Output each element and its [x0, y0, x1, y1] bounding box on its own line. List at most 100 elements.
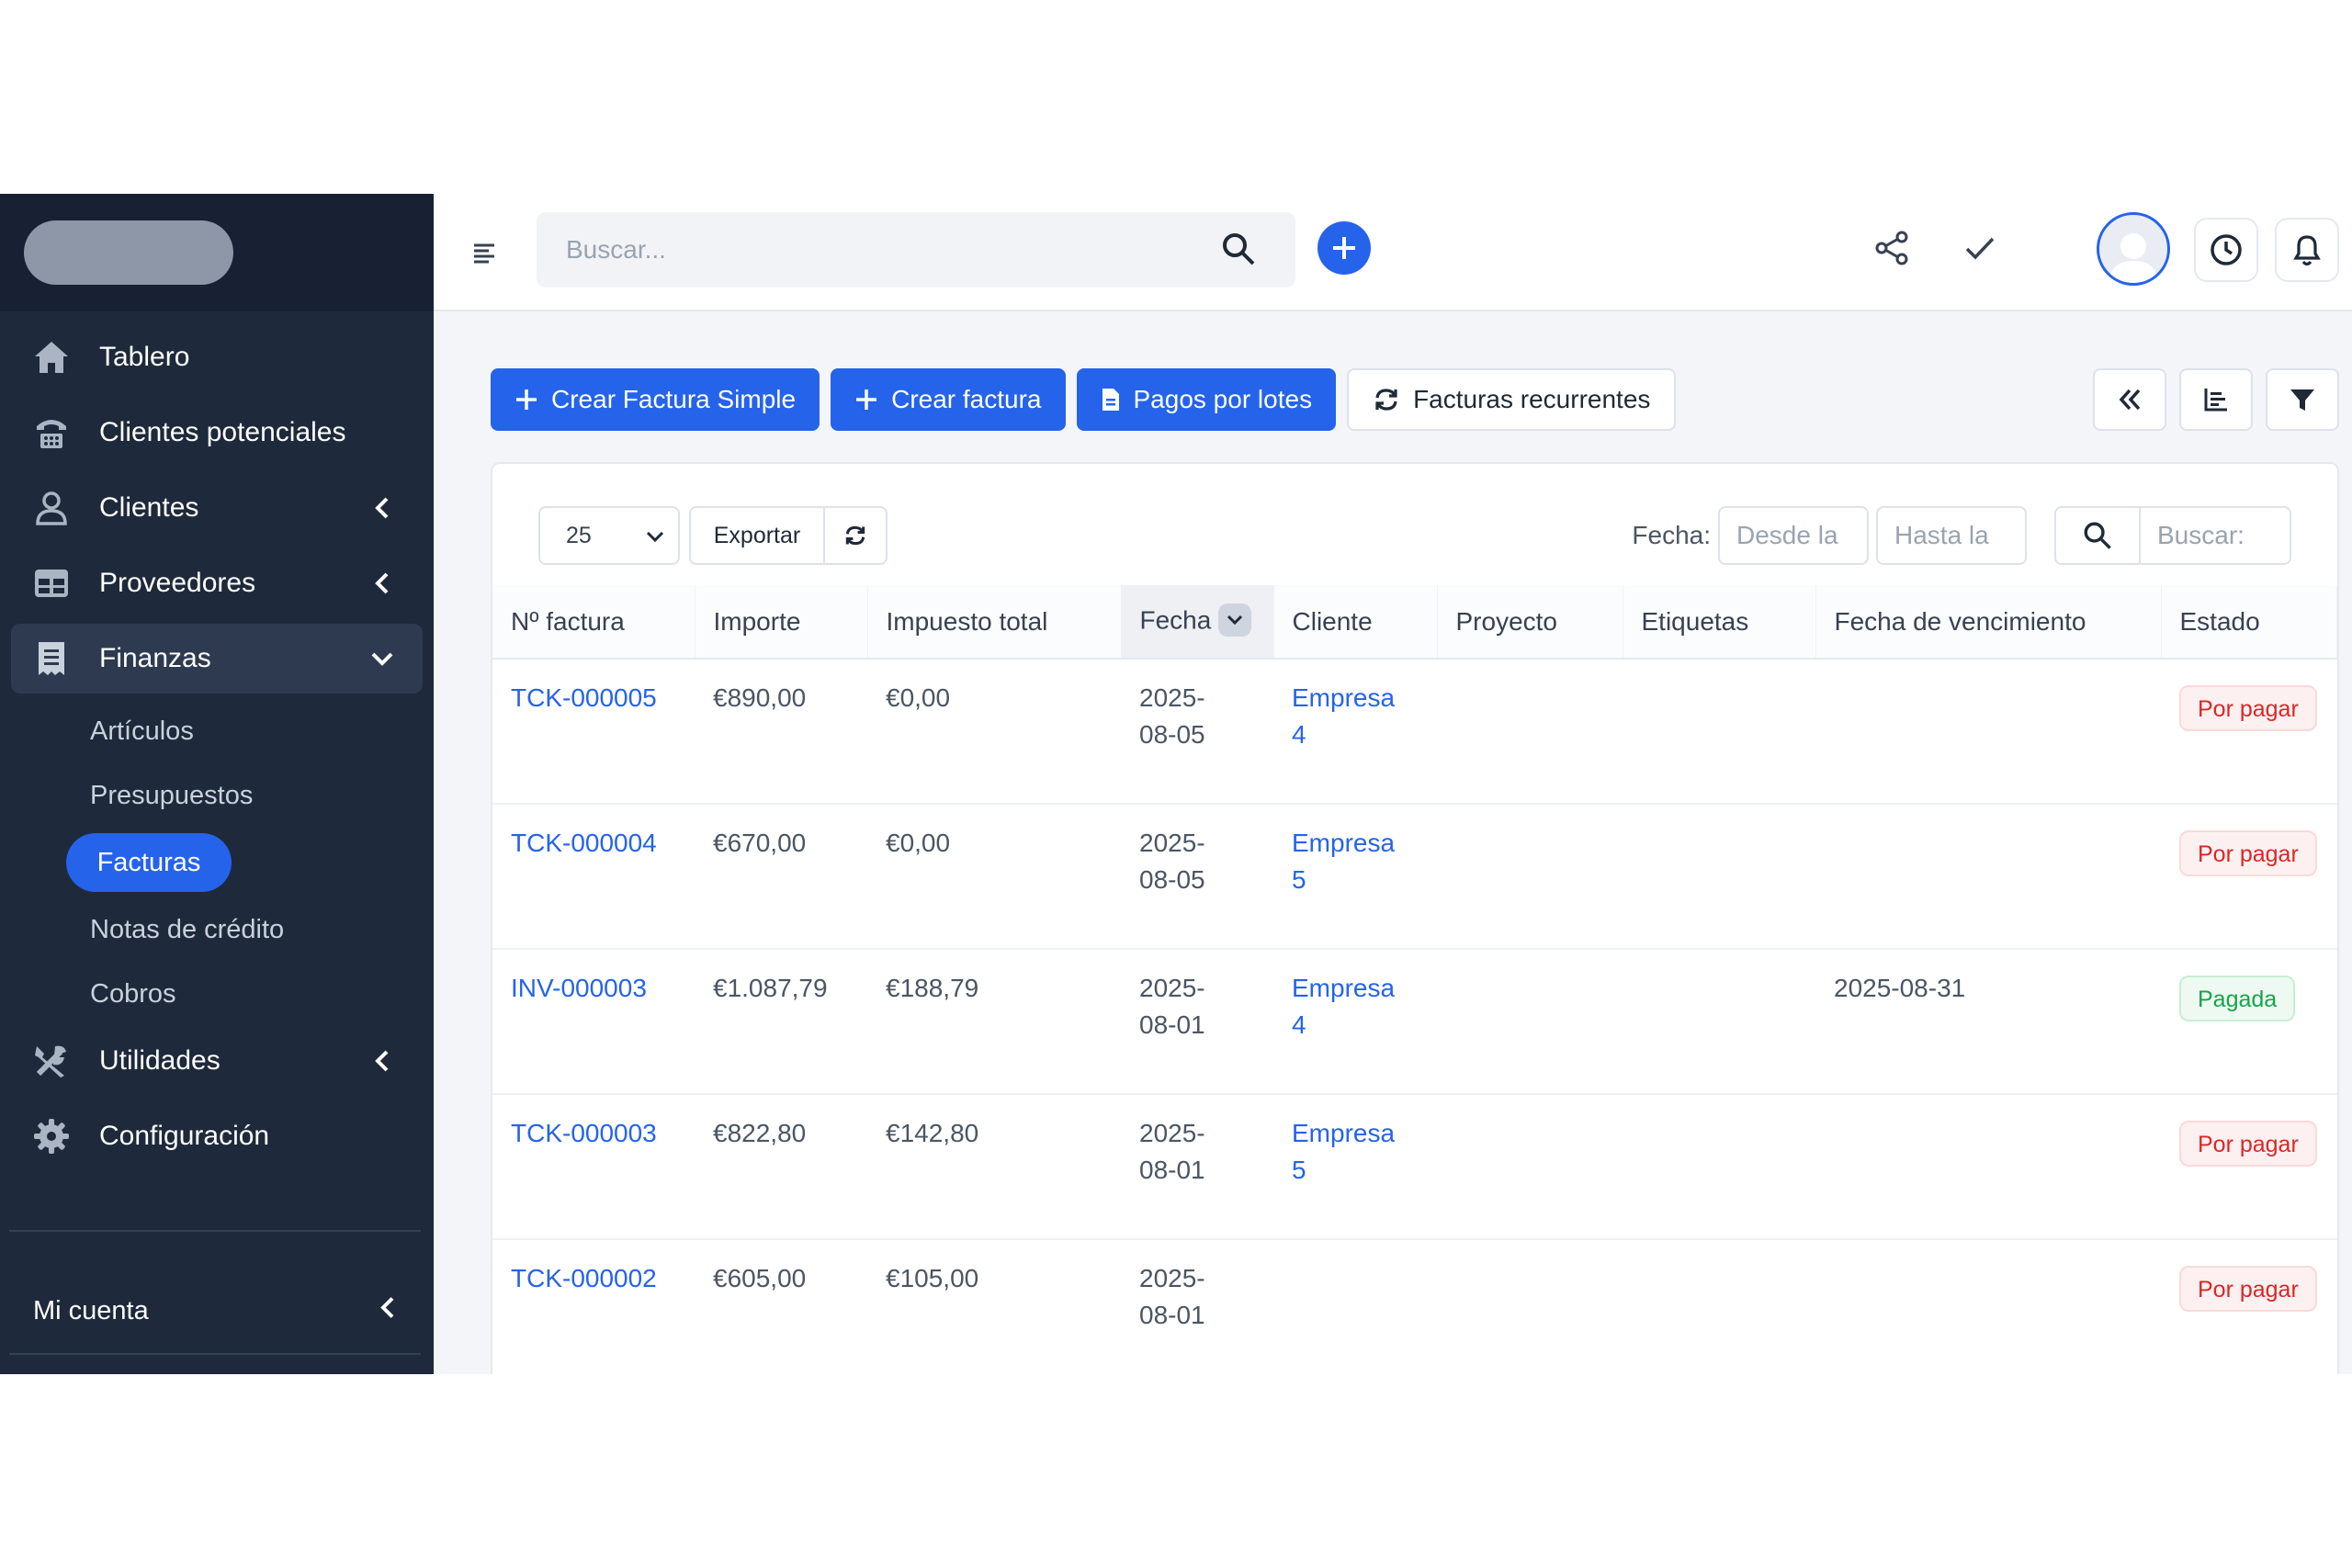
quick-add-button[interactable]	[1317, 221, 1371, 275]
cell-tags	[1623, 659, 1815, 805]
submenu-item-presupuestos[interactable]: Presupuestos	[90, 763, 434, 828]
checkmark-icon[interactable]	[1955, 223, 2005, 273]
search-icon[interactable]	[2054, 506, 2141, 565]
export-button[interactable]: Exportar	[689, 506, 825, 565]
date-part: 08-01	[1139, 1010, 1205, 1039]
cell-status: Por pagar	[2161, 804, 2337, 950]
sidebar-item-clientes-potenciales[interactable]: Clientes potenciales	[11, 398, 423, 468]
share-icon[interactable]	[1867, 223, 1917, 273]
batch-payments-button[interactable]: Pagos por lotes	[1076, 368, 1337, 431]
cell-status: Por pagar	[2161, 1239, 2337, 1374]
table-icon	[31, 563, 72, 604]
table-row[interactable]: INV-000003 €1.087,79 €188,79 2025- 08-01 Empr…	[492, 949, 2337, 1095]
create-simple-invoice-button[interactable]: Crear Factura Simple	[491, 368, 820, 431]
invoices-card: 25 Exportar Fecha: Desde la Hasta la Bus…	[491, 462, 2339, 1374]
client-part: 5	[1292, 865, 1306, 894]
bell-icon	[2293, 235, 2321, 266]
table-row[interactable]: TCK-000002 €605,00 €105,00 2025- 08-01 Por pa…	[492, 1239, 2337, 1374]
column-header[interactable]: Importe	[695, 585, 868, 660]
cell-tags	[1623, 1094, 1815, 1240]
cell-tax: €0,00	[867, 804, 1121, 950]
submenu-item-notas-de-credito[interactable]: Notas de crédito	[90, 897, 434, 962]
sidebar-item-configuracion[interactable]: Configuración	[11, 1101, 423, 1171]
status-badge: Pagada	[2179, 976, 2296, 1021]
invoice-link[interactable]: TCK-000002	[511, 1264, 657, 1292]
invoice-link[interactable]: INV-000003	[511, 974, 647, 1002]
sidebar-item-proveedores[interactable]: Proveedores	[11, 548, 423, 618]
date-to-input[interactable]: Hasta la	[1876, 506, 2027, 565]
column-header[interactable]: Impuesto total	[867, 585, 1122, 660]
cell-due-date: 2025-08-31	[1815, 949, 2161, 1095]
table-row[interactable]: TCK-000003 €822,80 €142,80 2025- 08-01 Empres…	[492, 1094, 2337, 1240]
table-filters: Fecha: Desde la Hasta la Buscar:	[1632, 506, 2291, 565]
cell-tags	[1623, 1239, 1815, 1374]
table-toolbar: 25 Exportar	[538, 506, 888, 565]
sidebar-item-utilidades[interactable]: Utilidades	[11, 1026, 423, 1096]
cell-tags	[1623, 804, 1815, 950]
invoice-link[interactable]: TCK-000005	[511, 683, 657, 712]
sidebar-item-finanzas[interactable]: Finanzas	[11, 624, 423, 694]
cell-amount: €670,00	[695, 804, 867, 950]
column-header[interactable]: Estado	[2161, 585, 2337, 660]
cell-date: 2025- 08-05	[1121, 659, 1273, 805]
date-part: 08-05	[1139, 720, 1205, 749]
double-chevron-left-icon	[2119, 389, 2141, 411]
table-row[interactable]: TCK-000005 €890,00 €0,00 2025- 08-05 Empresa 4…	[492, 659, 2337, 805]
recurring-invoices-button[interactable]: Facturas recurrentes	[1347, 368, 1677, 431]
column-header[interactable]: Fecha de vencimiento	[1815, 585, 2162, 660]
sidebar-divider	[9, 1230, 421, 1232]
column-header-sorted[interactable]: Fecha	[1121, 585, 1274, 660]
table-search-input[interactable]: Buscar:	[2141, 506, 2291, 565]
client-part: 5	[1292, 1156, 1306, 1184]
date-from-input[interactable]: Desde la	[1718, 506, 1869, 565]
global-search-input[interactable]	[566, 235, 1191, 265]
chevron-left-icon	[369, 570, 395, 596]
sidebar-item-label: Configuración	[99, 1121, 270, 1151]
chart-view-button[interactable]	[2179, 368, 2253, 431]
client-link[interactable]: Empresa 4	[1292, 680, 1437, 753]
plus-icon	[1333, 237, 1355, 259]
sidebar-item-tablero[interactable]: Tablero	[11, 322, 423, 392]
cell-project	[1437, 804, 1623, 950]
page-size-select[interactable]: 25	[538, 506, 680, 565]
cell-client: Empresa 4	[1273, 659, 1437, 805]
cell-due-date	[1815, 659, 2161, 805]
column-header[interactable]: Nº factura	[492, 585, 695, 660]
timer-button[interactable]	[2194, 218, 2258, 282]
filter-button[interactable]	[2266, 368, 2339, 431]
sidebar-item-label: Finanzas	[99, 643, 211, 673]
client-link[interactable]: Empresa 4	[1292, 970, 1437, 1043]
main-content: Crear Factura Simple Crear factura Pagos…	[434, 194, 2352, 1374]
create-invoice-button[interactable]: Crear factura	[831, 368, 1066, 431]
collapse-button[interactable]	[2093, 368, 2166, 431]
client-link[interactable]: Empresa 5	[1292, 825, 1437, 898]
cell-due-date	[1815, 1094, 2161, 1240]
avatar[interactable]	[2097, 212, 2170, 286]
submenu-item-cobros[interactable]: Cobros	[90, 962, 434, 1026]
logo[interactable]	[24, 220, 233, 285]
invoice-link[interactable]: TCK-000004	[511, 829, 657, 857]
column-header[interactable]: Cliente	[1273, 585, 1438, 660]
sidebar-item-clientes[interactable]: Clientes	[11, 473, 423, 543]
leads-icon	[31, 412, 72, 453]
status-badge: Por pagar	[2179, 830, 2317, 876]
submenu-item-articulos[interactable]: Artículos	[90, 699, 434, 763]
reload-button[interactable]	[825, 506, 888, 565]
menu-toggle-icon[interactable]	[467, 234, 503, 271]
column-header[interactable]: Etiquetas	[1623, 585, 1816, 660]
cell-client: Empresa 4	[1273, 949, 1437, 1095]
cell-date: 2025- 08-01	[1121, 1239, 1273, 1374]
column-header[interactable]: Proyecto	[1437, 585, 1623, 660]
notifications-button[interactable]	[2275, 218, 2339, 282]
invoice-link[interactable]: TCK-000003	[511, 1119, 657, 1147]
search-icon[interactable]	[1220, 231, 1257, 272]
document-icon	[1102, 389, 1119, 411]
table-row[interactable]: TCK-000004 €670,00 €0,00 2025- 08-05 Empresa 5…	[492, 804, 2337, 950]
my-account-menu[interactable]: Mi cuenta	[11, 1276, 421, 1346]
export-label: Exportar	[713, 522, 801, 548]
cell-project	[1437, 1239, 1623, 1374]
cell-tags	[1623, 949, 1815, 1095]
client-link[interactable]: Empresa 5	[1292, 1115, 1437, 1189]
submenu-item-facturas[interactable]: Facturas	[66, 833, 232, 892]
sidebar-item-label: Clientes potenciales	[99, 417, 346, 447]
